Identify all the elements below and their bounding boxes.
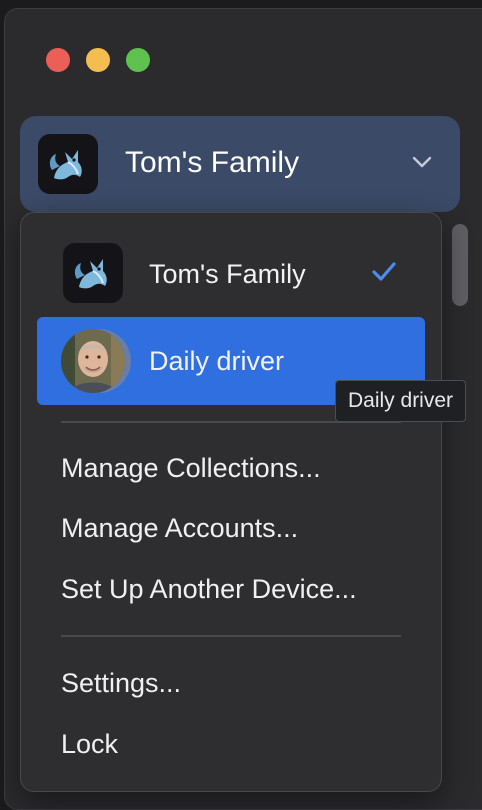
fox-icon — [63, 243, 123, 303]
minimize-window-button[interactable] — [86, 48, 110, 72]
manage-accounts-item[interactable]: Manage Accounts... — [61, 511, 298, 545]
chevron-down-icon — [412, 156, 432, 168]
user-photo-avatar — [61, 329, 125, 393]
lock-item[interactable]: Lock — [61, 727, 118, 761]
scrollbar-thumb[interactable] — [452, 224, 468, 306]
zoom-window-button[interactable] — [126, 48, 150, 72]
account-switcher-name: Tom's Family — [125, 146, 300, 179]
menu-divider — [61, 635, 401, 637]
account-switcher[interactable]: Tom's Family — [20, 116, 460, 212]
fox-icon — [38, 134, 98, 194]
menu-account-label: Daily driver — [149, 346, 285, 376]
account-menu: Tom's Family Daily driver Manage Collect… — [20, 212, 442, 792]
set-up-another-device-item[interactable]: Set Up Another Device... — [61, 572, 357, 606]
checkmark-icon — [372, 262, 396, 281]
close-window-button[interactable] — [46, 48, 70, 72]
tooltip: Daily driver — [335, 380, 467, 422]
menu-account-label: Tom's Family — [149, 259, 306, 289]
menu-account-toms-family[interactable]: Tom's Family — [37, 239, 425, 309]
settings-item[interactable]: Settings... — [61, 666, 181, 700]
manage-collections-item[interactable]: Manage Collections... — [61, 451, 321, 485]
